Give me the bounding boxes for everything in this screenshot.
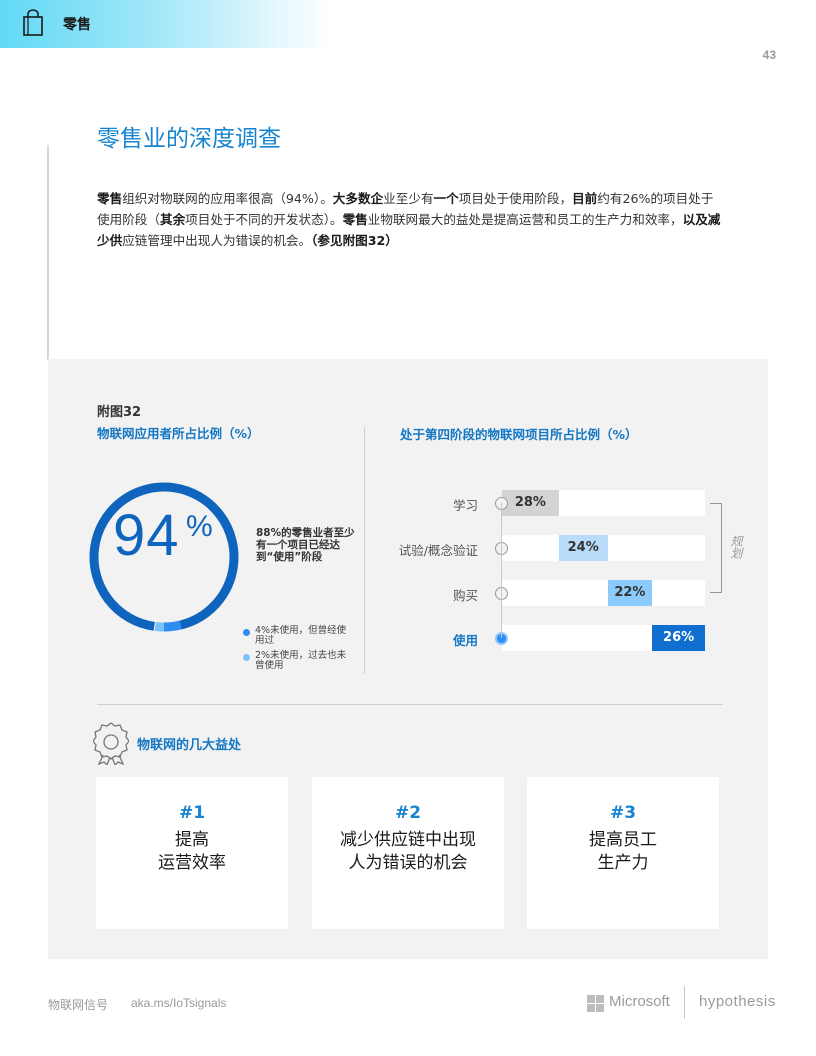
stage-heading: 处于第四阶段的物联网项目所占比例（%） xyxy=(400,427,638,442)
bar-track: 22% xyxy=(502,580,705,606)
bar-row: 购买 22% xyxy=(380,580,710,606)
benefit-text: 提高 运营效率 xyxy=(158,830,226,873)
bar-row: 学习 28% xyxy=(380,490,710,516)
benefit-rank: #3 xyxy=(609,803,637,823)
bar-track: 28% xyxy=(502,490,705,516)
award-ribbon-icon xyxy=(93,722,129,765)
bar-row: 试验/概念验证 24% xyxy=(380,535,710,561)
bar-value-label: 28% xyxy=(514,495,546,510)
footer-series: 物联网信号 xyxy=(48,998,109,1012)
figure-divider xyxy=(364,427,365,674)
legend-text: 2%未使用，过去也未曾使用 xyxy=(255,650,347,671)
figure-label: 附图32 xyxy=(97,405,142,420)
benefit-card-3: #3 提高员工 生产力 xyxy=(527,777,719,929)
page-number: 43 xyxy=(762,48,776,62)
intro-paragraph: 零售组织对物联网的应用率很高（94%）。大多数企业至少有一个项目处于使用阶段，目… xyxy=(97,191,721,248)
header-band xyxy=(0,0,330,48)
planning-bracket xyxy=(710,503,722,593)
footer-separator xyxy=(684,986,685,1019)
bar-value-label: 24% xyxy=(567,540,599,555)
section-tag: 零售 xyxy=(63,17,91,33)
bar-category-label: 学习 xyxy=(452,498,478,513)
benefit-text: 减少供应链中出现 人为错误的机会 xyxy=(340,830,476,873)
legend-text: 4%未使用，但曾经使用过 xyxy=(255,625,347,646)
benefit-rank: #1 xyxy=(178,803,206,823)
bar-track: 24% xyxy=(502,535,705,561)
planning-label: 规划 xyxy=(729,535,743,559)
margin-rule xyxy=(47,145,49,360)
microsoft-logo-icon xyxy=(587,995,604,1012)
adoption-heading: 物联网应用者所占比例（%） xyxy=(97,426,260,441)
bar-category-label: 使用 xyxy=(452,633,478,648)
bar-value-label: 22% xyxy=(614,585,646,600)
page-title: 零售业的深度调查 xyxy=(97,126,281,152)
footer-url[interactable]: aka.ms/IoTsignals xyxy=(131,996,226,1010)
bar-row: 使用 26% xyxy=(380,625,710,651)
adoption-value: 94 xyxy=(113,503,180,568)
section-divider xyxy=(97,704,723,705)
hypothesis-wordmark: hypothesis xyxy=(699,993,776,1010)
bar-track: 26% xyxy=(502,625,705,651)
adoption-percent-sign: % xyxy=(186,510,213,543)
legend-dot-icon xyxy=(243,629,250,636)
donut-note: 88%的零售业者至少有一个项目已经达到“使用”阶段 xyxy=(256,527,355,563)
legend-dot-icon xyxy=(243,654,250,661)
benefit-card-2: #2 减少供应链中出现 人为错误的机会 xyxy=(312,777,504,929)
benefits-heading: 物联网的几大益处 xyxy=(137,738,242,753)
bar-category-label: 购买 xyxy=(452,588,478,603)
bar-category-label: 试验/概念验证 xyxy=(398,543,478,558)
bar-value-label: 26% xyxy=(663,630,695,645)
benefit-card-1: #1 提高 运营效率 xyxy=(96,777,288,929)
microsoft-wordmark: Microsoft xyxy=(609,993,670,1010)
benefit-rank: #2 xyxy=(394,803,422,823)
benefit-text: 提高员工 生产力 xyxy=(589,830,657,873)
stage-axis-line xyxy=(501,503,502,638)
shopping-bag-icon xyxy=(23,9,43,36)
